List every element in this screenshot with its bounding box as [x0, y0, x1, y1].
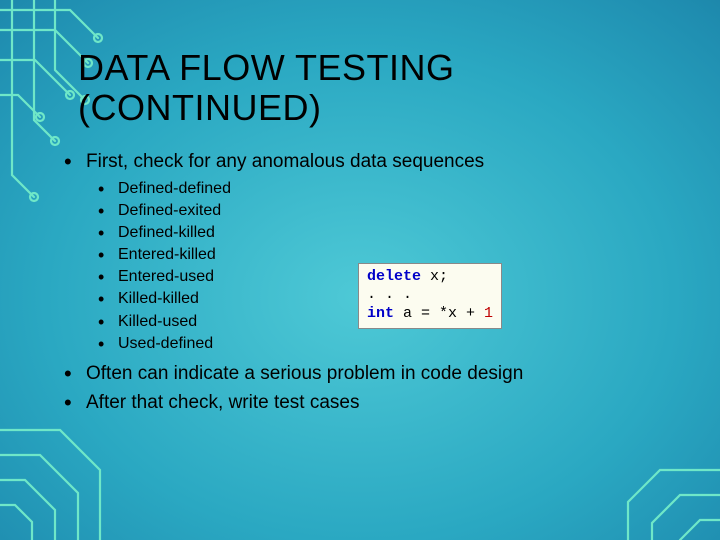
sub-bullet-item: Defined-exited: [98, 200, 680, 222]
code-text: x;: [421, 268, 448, 285]
sub-bullet-item: Defined-defined: [98, 178, 680, 200]
content-area: DATA FLOW TESTING (CONTINUED) First, che…: [78, 48, 680, 418]
code-keyword: delete: [367, 268, 421, 285]
code-text: . . .: [367, 286, 412, 303]
code-number: 1: [484, 305, 493, 322]
sub-bullet-text: Used-defined: [118, 335, 213, 352]
bullet-text: Often can indicate a serious problem in …: [86, 363, 523, 384]
sub-bullet-item: Used-defined: [98, 333, 680, 355]
sub-bullet-item: Defined-killed: [98, 222, 680, 244]
code-keyword: int: [367, 305, 394, 322]
sub-bullet-text: Entered-killed: [118, 246, 216, 263]
sub-bullet-text: Defined-defined: [118, 180, 231, 197]
sub-bullet-text: Killed-killed: [118, 290, 199, 307]
sub-bullet-text: Entered-used: [118, 268, 214, 285]
bullet-item: Often can indicate a serious problem in …: [64, 359, 680, 388]
bullet-text: After that check, write test cases: [86, 392, 360, 413]
bullet-item: After that check, write test cases: [64, 388, 680, 417]
sub-bullet-text: Defined-exited: [118, 202, 221, 219]
sub-bullet-text: Killed-used: [118, 313, 197, 330]
code-text: a = *x +: [394, 305, 484, 322]
sub-bullet-text: Defined-killed: [118, 224, 215, 241]
slide-title: DATA FLOW TESTING (CONTINUED): [78, 48, 680, 129]
bullet-text: First, check for any anomalous data sequ…: [86, 151, 484, 172]
slide: DATA FLOW TESTING (CONTINUED) First, che…: [0, 0, 720, 540]
code-snippet: delete x; . . . int a = *x + 1: [358, 263, 502, 329]
